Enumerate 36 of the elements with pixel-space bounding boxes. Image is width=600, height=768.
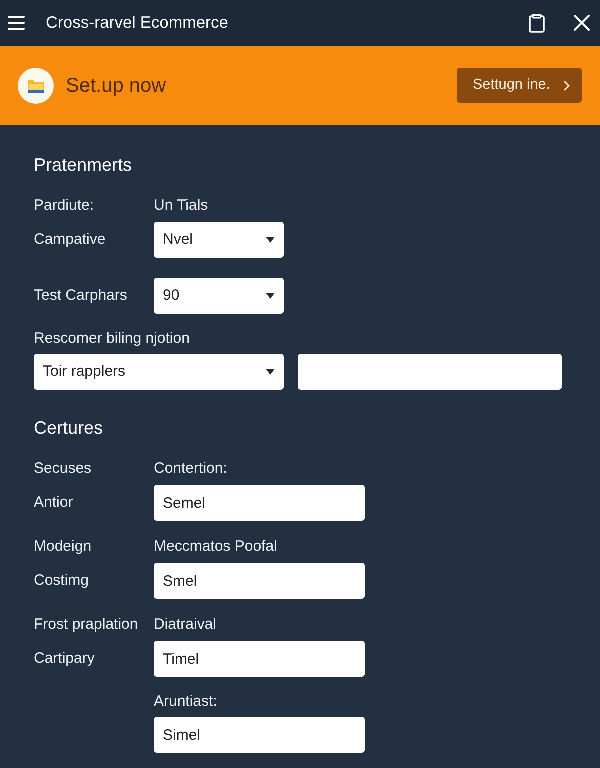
field-label: Aruntiast: (154, 692, 218, 712)
field-label: Campative (34, 231, 106, 248)
field-label: Meccmatos Poofal (154, 537, 278, 557)
dropdown[interactable]: Toir rapplers (34, 354, 284, 390)
setup-button[interactable]: Settugn ine. (457, 68, 582, 103)
folder-icon (18, 68, 54, 104)
chevron-right-icon (564, 80, 570, 90)
field-label: Secuses (34, 460, 92, 477)
field-label: Modeign (34, 538, 92, 555)
field-label: Contertion: (154, 459, 228, 479)
field-label: Un Tials (154, 196, 208, 216)
field-label: Costimg (34, 572, 90, 589)
text-input[interactable]: Semel (154, 485, 365, 521)
caret-down-icon (266, 369, 275, 375)
text-input[interactable]: Simel (154, 717, 365, 753)
text-input[interactable]: Timel (154, 641, 365, 677)
field-label: Frost praplation (34, 616, 138, 633)
menu-icon[interactable] (8, 16, 25, 30)
dropdown[interactable]: Nvel (154, 222, 284, 258)
field-label: Antior (34, 494, 74, 511)
text-input[interactable]: Smel (154, 563, 365, 599)
clipboard-icon[interactable] (529, 14, 545, 32)
field-label: Pardiute: (34, 197, 94, 214)
window-title: Cross-rarvel Ecommerce (46, 12, 228, 34)
section-heading: Pratenmerts (34, 154, 132, 177)
close-icon[interactable] (574, 15, 590, 31)
caret-down-icon (266, 293, 275, 299)
field-label: Test Carphars (34, 287, 128, 304)
field-label: Diatraival (154, 615, 217, 635)
text-input[interactable] (298, 354, 562, 390)
field-label: Cartipary (34, 650, 95, 667)
banner-title: Set.up now (66, 74, 166, 98)
caret-down-icon (266, 237, 275, 243)
dropdown[interactable]: 90 (154, 278, 284, 314)
section-heading: Certures (34, 417, 104, 440)
field-label: Rescomer biling njotion (34, 329, 190, 349)
